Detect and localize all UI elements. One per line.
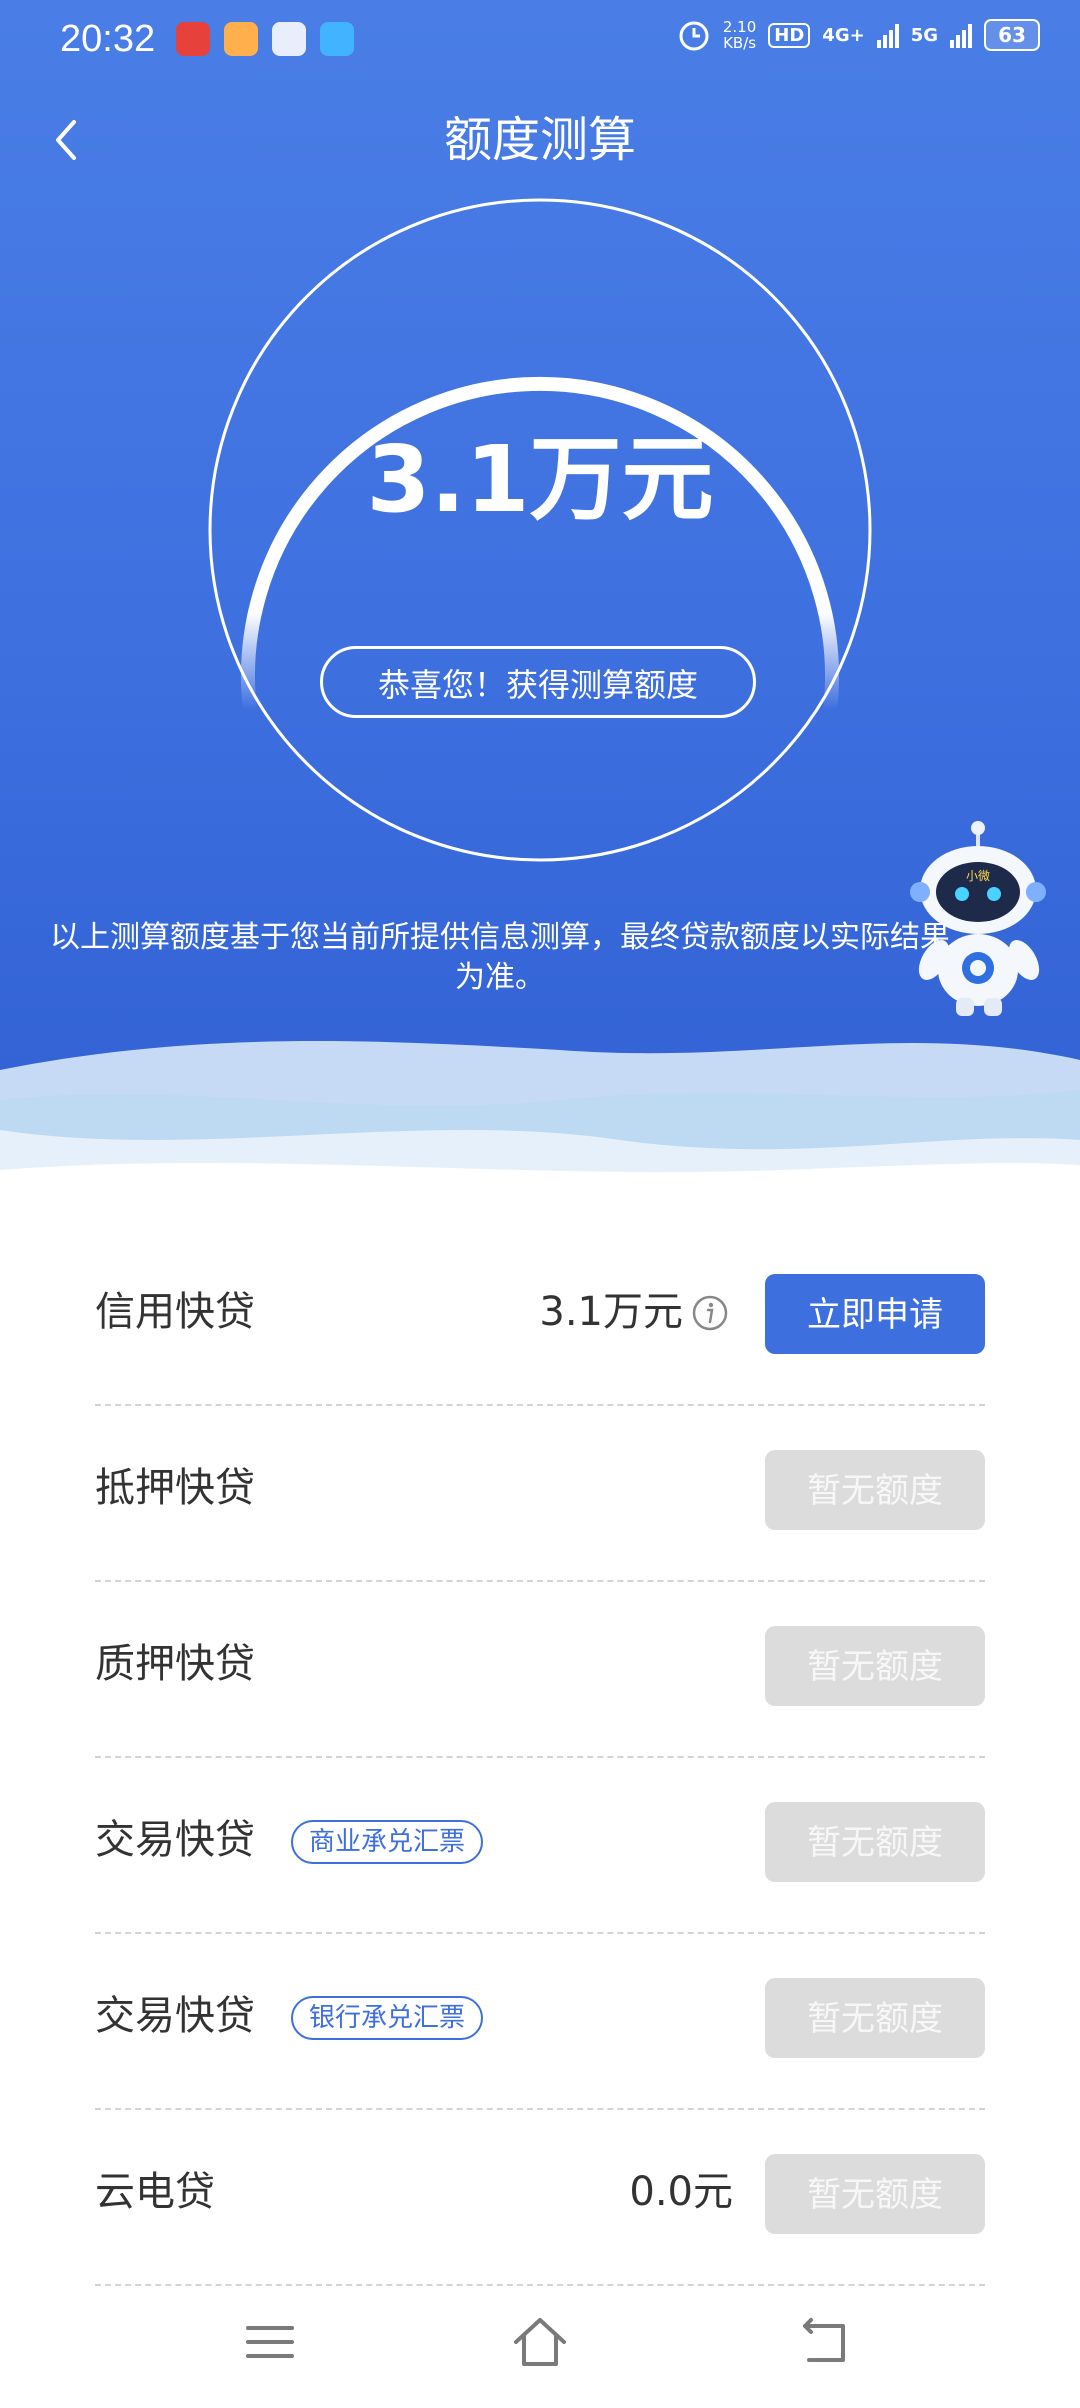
signal-5g-label: 5G [910,24,938,46]
loan-row-cloud-power: 云电贷 0.0元 暂无额度 [95,2110,985,2286]
calculated-amount: 3.1万元 [366,426,714,533]
menu-icon[interactable] [240,2312,300,2372]
back-nav-icon[interactable] [795,2312,855,2372]
bill-type-tag: 商业承兑汇票 [291,1820,484,1864]
no-quota-button[interactable]: 暂无额度 [765,1450,985,1530]
hd-icon: HD [768,22,811,48]
bill-type-tag: 银行承兑汇票 [291,1996,484,2040]
loan-name: 信用快贷 [95,1289,255,1335]
result-badge: 恭喜您！获得测算额度 [320,646,756,718]
loan-row-pledge: 质押快贷 暂无额度 [95,1582,985,1758]
status-bar: 20:32 2.10 KB/s HD 4G+ 5G 63 [0,0,1080,84]
notification-icons [176,22,354,56]
no-quota-button[interactable]: 暂无额度 [765,1978,985,2058]
network-speed-value: 2.10 [722,18,757,36]
loan-name: 云电贷 [95,2169,215,2215]
system-nav-bar [0,2290,1080,2400]
alarm-icon [679,21,709,51]
app-notification-icon [176,22,210,56]
wave-decoration [0,1041,1080,1230]
status-time: 20:32 [60,18,156,60]
app-notification-icon [272,22,306,56]
header-banner: 20:32 2.10 KB/s HD 4G+ 5G 63 额度测算 3.1万元 … [0,0,1080,1230]
no-quota-button[interactable]: 暂无额度 [765,2154,985,2234]
no-quota-button[interactable]: 暂无额度 [765,1802,985,1882]
loan-row-mortgage: 抵押快贷 暂无额度 [95,1406,985,1582]
loan-name: 交易快贷 [95,1817,255,1863]
loan-name: 质押快贷 [95,1641,255,1687]
loan-row-credit: 信用快贷 3.1万元 立即申请 [95,1230,985,1406]
page-title: 额度测算 [443,112,636,168]
robot-mascot-icon[interactable]: 小微 [900,820,1060,1020]
status-right: 2.10 KB/s HD 4G+ 5G 63 [677,18,1040,52]
app-notification-icon [320,22,354,56]
loan-row-trade-commercial: 交易快贷 商业承兑汇票 暂无额度 [95,1758,985,1934]
loan-name: 抵押快贷 [95,1465,255,1511]
signal-4g-label: 4G+ [822,24,865,46]
signal-icon [876,22,899,48]
network-speed: 2.10 KB/s [723,19,756,51]
loan-amount: 3.1万元 [539,1289,683,1335]
app-notification-icon [224,22,258,56]
apply-now-button[interactable]: 立即申请 [765,1274,985,1354]
loan-amount: 0.0元 [629,2169,733,2215]
loan-row-trade-bank: 交易快贷 银行承兑汇票 暂无额度 [95,1934,985,2110]
battery-icon: 63 [984,19,1040,51]
disclaimer-text: 以上测算额度基于您当前所提供信息测算，最终贷款额度以实际结果为准。 [50,920,950,995]
info-icon[interactable] [691,1294,729,1332]
nav-bar: 额度测算 [0,98,1080,184]
no-quota-button[interactable]: 暂无额度 [765,1626,985,1706]
home-icon[interactable] [510,2312,570,2372]
network-speed-unit: KB/s [723,34,757,52]
mascot-tag: 小微 [966,869,990,883]
loan-name: 交易快贷 [95,1993,255,2039]
signal-icon [950,22,972,48]
